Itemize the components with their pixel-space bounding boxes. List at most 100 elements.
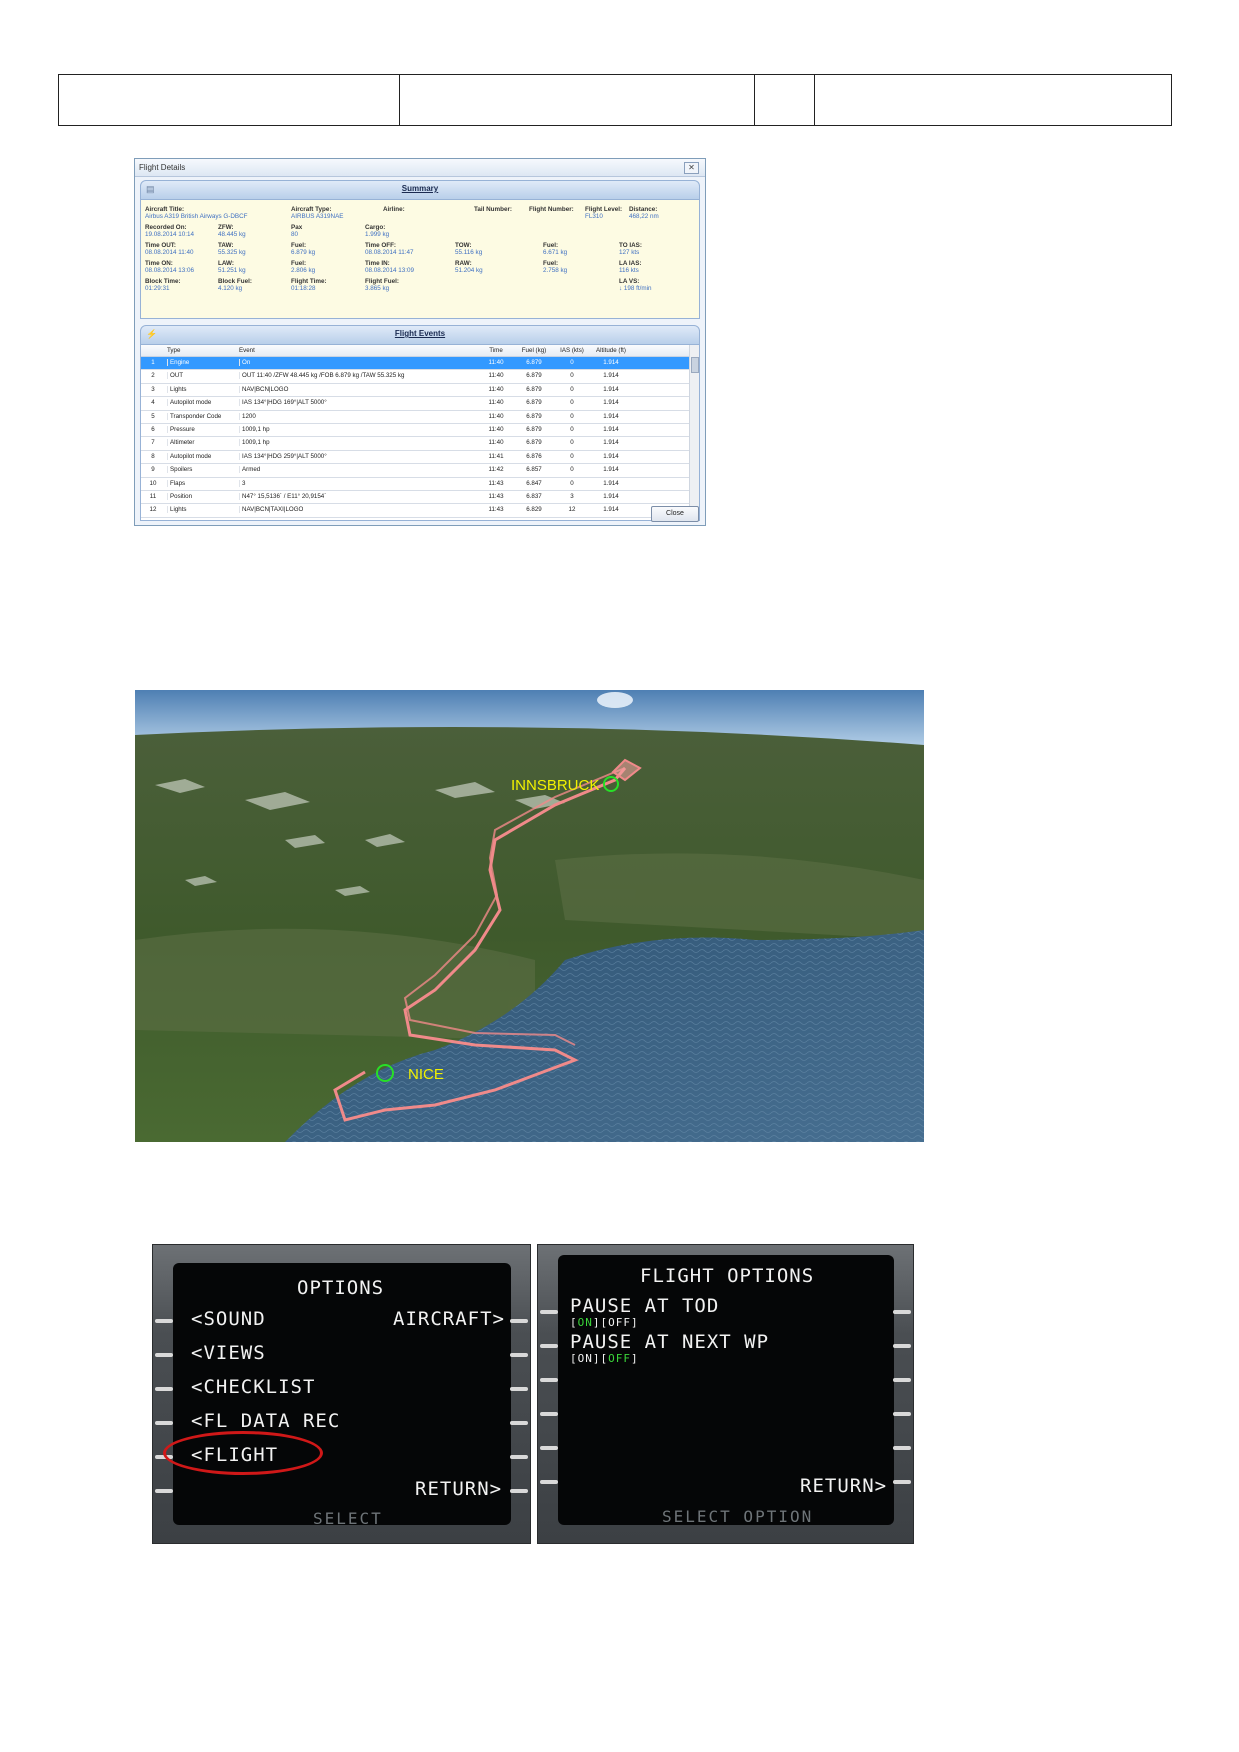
lsk-left-1[interactable] — [155, 1319, 173, 1323]
pause-at-tod-option[interactable]: PAUSE AT TOD — [570, 1295, 719, 1317]
lsk-right-1[interactable] — [893, 1310, 911, 1314]
table-cell-alt: 1.914 — [603, 492, 619, 500]
return-option[interactable]: RETURN> — [800, 1475, 887, 1497]
lsk-right-4[interactable] — [893, 1412, 911, 1416]
col-time[interactable]: Time — [479, 347, 513, 354]
table-row[interactable]: 10 Flaps 3 11:43 6.847 0 1.914 — [141, 478, 699, 491]
events-header[interactable]: ⚡ Flight Events — [140, 325, 700, 345]
lsk-right-2[interactable] — [510, 1353, 528, 1357]
col-type[interactable]: Type — [167, 347, 237, 354]
table-cell-alt: 1.914 — [603, 399, 619, 407]
col-ias[interactable]: IAS (kts) — [555, 347, 589, 354]
lsk-left-2[interactable] — [155, 1353, 173, 1357]
lsk-left-2[interactable] — [540, 1344, 558, 1348]
aircraft-option[interactable]: AIRCRAFT> — [393, 1308, 505, 1330]
table-cell-fuel: 6.879 — [526, 359, 542, 366]
lsk-left-6[interactable] — [540, 1480, 558, 1484]
sound-option[interactable]: <SOUND — [191, 1308, 266, 1330]
checklist-option[interactable]: <CHECKLIST — [191, 1376, 315, 1398]
close-button[interactable]: Close — [651, 506, 699, 522]
lsk-right-6[interactable] — [510, 1489, 528, 1493]
flight-options-title: FLIGHT OPTIONS — [640, 1265, 815, 1287]
table-cell-ias: 0 — [570, 452, 574, 460]
summary-field: Fuel: 6.879 kg — [291, 242, 315, 256]
table-cell-time: 11:40 — [488, 359, 504, 366]
summary-field-label: ZFW: — [218, 224, 234, 231]
lsk-right-3[interactable] — [510, 1387, 528, 1391]
pause-at-next-wp-toggle[interactable]: [ON][OFF] — [570, 1352, 639, 1365]
header-table — [58, 74, 1172, 126]
lsk-right-5[interactable] — [510, 1455, 528, 1459]
table-cell-time: 11:40 — [488, 412, 504, 420]
lsk-right-3[interactable] — [893, 1378, 911, 1382]
table-cell-event: On — [239, 359, 482, 366]
summary-field-label: Fuel: — [543, 242, 559, 249]
summary-header[interactable]: ▤ Summary — [140, 180, 700, 200]
table-row[interactable]: 8 Autopilot mode IAS 134°|HDG 259°|ALT 500… — [141, 451, 699, 465]
nice-label: NICE — [408, 1066, 444, 1083]
summary-field: Block Time: 01:29:31 — [145, 278, 181, 292]
table-cell-ias: 0 — [570, 466, 574, 474]
lsk-left-4[interactable] — [155, 1421, 173, 1425]
lsk-right-5[interactable] — [893, 1446, 911, 1450]
table-cell-alt: 1.914 — [603, 425, 619, 433]
lsk-right-6[interactable] — [893, 1480, 911, 1484]
table-cell-n: 5 — [151, 412, 155, 420]
table-cell-fuel: 6.879 — [526, 425, 542, 433]
table-cell-ias: 0 — [570, 385, 574, 393]
views-option[interactable]: <VIEWS — [191, 1342, 266, 1364]
summary-field-value: 2.758 kg — [543, 267, 568, 274]
summary-field-label: Tail Number: — [474, 206, 513, 213]
summary-field: Time OUT: 08.08.2014 11:40 — [145, 242, 194, 256]
summary-field-label: Aircraft Title: — [145, 206, 185, 213]
table-cell-type: Engine — [167, 359, 240, 366]
lsk-left-3[interactable] — [540, 1378, 558, 1382]
table-cell-event: OUT 11:40 /ZFW 48.445 kg /FOB 6.879 kg /… — [239, 372, 482, 380]
pause-at-tod-toggle[interactable]: [ON][OFF] — [570, 1316, 639, 1329]
mcdu-flight-options-panel: FLIGHT OPTIONS PAUSE AT TOD [ON][OFF] PA… — [537, 1244, 914, 1544]
table-row[interactable]: 6 Pressure 1009,1 hp 11:40 6.879 0 1.914 — [141, 424, 699, 438]
lsk-left-4[interactable] — [540, 1412, 558, 1416]
header-cell-1 — [59, 75, 400, 125]
lsk-left-5[interactable] — [540, 1446, 558, 1450]
summary-field-value: AIRBUS A319NAE — [291, 213, 344, 220]
table-cell-n: 8 — [151, 452, 155, 460]
header-cell-3 — [755, 75, 815, 125]
summary-field-label: Flight Fuel: — [365, 278, 399, 285]
window-footer: Close — [135, 503, 705, 525]
table-cell-event: 1009,1 hp — [239, 439, 482, 447]
table-row[interactable]: 1 Engine On 11:40 6.879 0 1.914 — [141, 357, 699, 371]
table-row[interactable]: 3 Lights NAV|BCN|LOGO 11:40 6.879 0 1.914 — [141, 384, 699, 398]
col-fuel[interactable]: Fuel (kg) — [513, 347, 555, 354]
table-row[interactable]: 2 OUT OUT 11:40 /ZFW 48.445 kg /FOB 6.879 … — [141, 370, 699, 384]
scroll-thumb[interactable] — [691, 357, 699, 373]
table-cell-ias: 0 — [570, 359, 574, 366]
summary-field-label: Aircraft Type: — [291, 206, 332, 213]
table-cell-time: 11:43 — [488, 492, 504, 500]
lsk-left-6[interactable] — [155, 1489, 173, 1493]
fl-data-rec-option[interactable]: <FL DATA REC — [191, 1410, 340, 1432]
summary-field: Tail Number: — [474, 206, 512, 213]
close-icon[interactable]: ✕ — [684, 162, 699, 174]
table-cell-type: OUT — [167, 372, 240, 380]
table-row[interactable]: 5 Transponder Code 1200 11:40 6.879 0 1.914 — [141, 411, 699, 424]
table-cell-n: 7 — [151, 439, 155, 447]
table-row[interactable]: 4 Autopilot mode IAS 134°|HDG 169°|ALT 500… — [141, 397, 699, 411]
flight-track-map: INNSBRUCK NICE — [135, 690, 924, 1142]
col-altitude[interactable]: Altitude (ft) — [589, 347, 633, 354]
summary-field: Time ON: 08.08.2014 13:06 — [145, 260, 194, 274]
lsk-right-4[interactable] — [510, 1421, 528, 1425]
return-option[interactable]: RETURN> — [415, 1478, 502, 1500]
col-event[interactable]: Event — [239, 347, 479, 354]
lsk-left-1[interactable] — [540, 1310, 558, 1314]
table-cell-alt: 1.914 — [603, 479, 619, 487]
table-cell-event: 3 — [239, 479, 482, 487]
lsk-left-3[interactable] — [155, 1387, 173, 1391]
events-scrollbar[interactable] — [689, 345, 699, 520]
table-row[interactable]: 9 Spoilers Armed 11:42 6.857 0 1.914 — [141, 464, 699, 478]
table-row[interactable]: 7 Altimeter 1009,1 hp 11:40 6.879 0 1.914 — [141, 437, 699, 451]
lsk-right-1[interactable] — [510, 1319, 528, 1323]
lsk-right-2[interactable] — [893, 1344, 911, 1348]
pause-at-next-wp-option[interactable]: PAUSE AT NEXT WP — [570, 1331, 769, 1353]
summary-field-value: 55.325 kg — [218, 249, 246, 256]
